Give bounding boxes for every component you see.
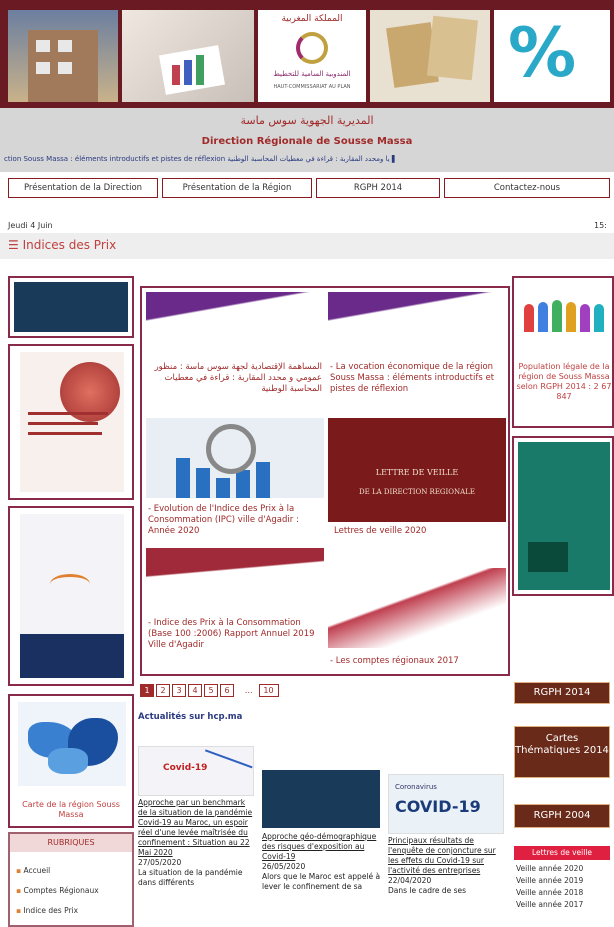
news-1[interactable]: Approche par un benchmark de la situatio… (138, 798, 256, 888)
rubriques-title: RUBRIQUES (10, 834, 132, 852)
tile-2-caption: - La vocation économique de la région So… (330, 362, 495, 394)
rubrique-accueil[interactable]: ▪ Accueil (16, 866, 50, 875)
news-2[interactable]: Approche géo-démographique des risques d… (262, 832, 382, 892)
news-3-image-text: COVID-19 (395, 797, 481, 816)
news-2-image[interactable] (262, 770, 380, 828)
region-map (18, 702, 126, 786)
page-5[interactable]: 5 (204, 684, 218, 697)
veille-2017[interactable]: Veille année 2017 (516, 900, 583, 909)
news-2-date: 26/05/2020 (262, 862, 306, 871)
veille-2020[interactable]: Veille année 2020 (516, 864, 583, 873)
page-title: ☰ Indices des Prix (8, 238, 116, 252)
veille-image-line1: LETTRE DE VEILLE (375, 468, 459, 477)
news-1-excerpt: La situation de la pandémie dans différe… (138, 868, 243, 887)
page-1[interactable]: 1 (140, 684, 154, 697)
tile-5-caption: - Indice des Prix à la Consommation (Bas… (148, 618, 315, 650)
rgph-2014-button[interactable]: RGPH 2014 (514, 682, 610, 704)
nav-contact[interactable]: Contactez-nous (444, 178, 610, 198)
tile-1-caption: المساهمة الإقتصادية لجهة سوس ماسة : منظو… (154, 362, 322, 394)
french-title: Direction Régionale de Sousse Massa (201, 136, 413, 147)
rgph-2004-button[interactable]: RGPH 2004 (514, 804, 610, 828)
news-3-title: Principaux résultats de l'enquête de con… (388, 836, 496, 875)
banner: المملكة المغربية المندوبية السامية للتخط… (0, 0, 614, 108)
arabic-title: المديرية الجهوية سوس ماسة (240, 114, 374, 127)
veille-2019[interactable]: Veille année 2019 (516, 876, 583, 885)
tile-6-caption: - Les comptes régionaux 2017 (330, 656, 459, 666)
menu-icon[interactable]: ☰ (8, 238, 23, 252)
news-3[interactable]: Principaux résultats de l'enquête de con… (388, 836, 506, 896)
clock-label: 15: (594, 221, 607, 230)
news-3-date: 22/04/2020 (388, 876, 432, 885)
news-1-image[interactable]: Covid-19 (138, 746, 254, 796)
pager: 123456 ... 10 (140, 684, 281, 698)
left-thumb-3[interactable] (8, 506, 134, 686)
pager-ellipsis: ... (244, 686, 253, 695)
population-caption: Population légale de la région de Souss … (516, 362, 612, 401)
tile-5[interactable]: - Indice des Prix à la Consommation (Bas… (146, 548, 324, 672)
cartes-thematiques-button[interactable]: Cartes Thématiques 2014 (514, 726, 610, 778)
page-3[interactable]: 3 (172, 684, 186, 697)
news-1-date: 27/05/2020 (138, 858, 182, 867)
right-thumb[interactable] (512, 436, 614, 596)
population-image (518, 284, 610, 340)
tile-4-caption: Lettres de veille 2020 (334, 526, 427, 536)
news-1-title: Approche par un benchmark de la situatio… (138, 798, 253, 857)
tile-1[interactable]: المساهمة الإقتصادية لجهة سوس ماسة : منظو… (146, 292, 324, 412)
rubrique-comptes[interactable]: ▪ Comptes Régionaux (16, 886, 99, 895)
news-2-title: Approche géo-démographique des risques d… (262, 832, 377, 861)
map-caption[interactable]: Carte de la région Souss Massa (14, 800, 128, 820)
hcp-logo: المملكة المغربية المندوبية السامية للتخط… (258, 10, 366, 102)
page-last[interactable]: 10 (258, 684, 279, 697)
tile-2[interactable]: - La vocation économique de la région So… (328, 292, 506, 412)
left-thumb-2[interactable] (8, 344, 134, 500)
news-ticker[interactable]: ction Souss Massa : éléments introductif… (4, 155, 610, 163)
page-6[interactable]: 6 (220, 684, 234, 697)
tile-3-caption: - Evolution de l'Indice des Prix à la Co… (148, 504, 299, 536)
percent-photo: % (494, 10, 610, 102)
tile-3[interactable]: - Evolution de l'Indice des Prix à la Co… (146, 418, 324, 542)
page-2[interactable]: 2 (156, 684, 170, 697)
news-3-excerpt: Dans le cadre de ses (388, 886, 467, 895)
population-box[interactable]: Population légale de la région de Souss … (512, 276, 614, 428)
veille-2018[interactable]: Veille année 2018 (516, 888, 583, 897)
rubrique-indices[interactable]: ▪ Indice des Prix (16, 906, 78, 915)
documents-photo (370, 10, 490, 102)
news-3-image[interactable]: Coronavirus COVID-19 (388, 774, 504, 834)
nav-rgph-2014[interactable]: RGPH 2014 (316, 178, 440, 198)
veille-image-line2: DE LA DIRECTION REGIONALE (359, 488, 475, 496)
building-photo (8, 10, 118, 102)
site-header: المديرية الجهوية سوس ماسة Direction Régi… (0, 108, 614, 172)
charts-photo (122, 10, 254, 102)
tile-6[interactable]: - Les comptes régionaux 2017 (328, 548, 506, 672)
tile-4[interactable]: LETTRE DE VEILLE DE LA DIRECTION REGIONA… (328, 418, 506, 542)
page-4[interactable]: 4 (188, 684, 202, 697)
veille-title: Lettres de veille (514, 846, 610, 860)
page-title-text: Indices des Prix (22, 238, 117, 252)
left-thumb-1[interactable] (8, 276, 134, 338)
actualites-title[interactable]: Actualités sur hcp.ma (138, 712, 242, 722)
news-3-image-sub: Coronavirus (395, 783, 437, 791)
nav-presentation-region[interactable]: Présentation de la Région (162, 178, 312, 198)
map-box[interactable]: Carte de la région Souss Massa (8, 694, 134, 828)
nav-presentation-direction[interactable]: Présentation de la Direction (8, 178, 158, 198)
rubriques-box: RUBRIQUES ▪ Accueil ▪ Comptes Régionaux … (8, 832, 134, 927)
date-label: Jeudi 4 Juin (8, 221, 53, 230)
news-2-excerpt: Alors que le Maroc est appelé à lever le… (262, 872, 381, 891)
